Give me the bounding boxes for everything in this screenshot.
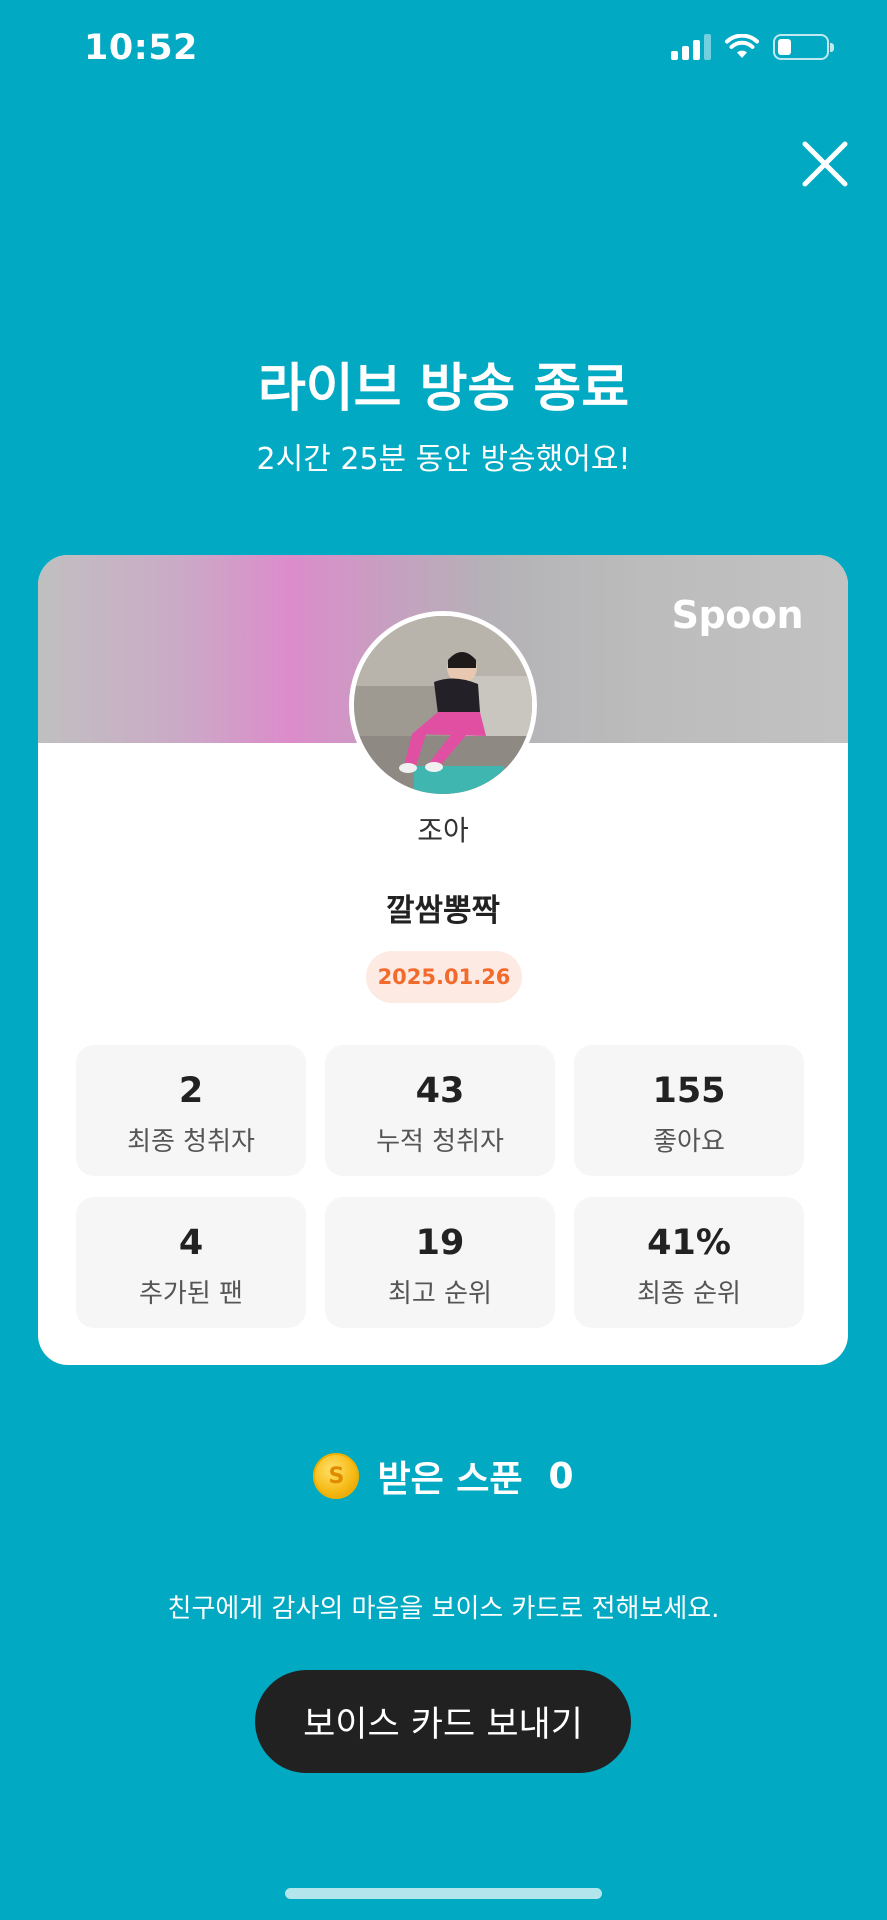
stat-likes: 155 좋아요: [574, 1045, 804, 1176]
stat-best-rank: 19 최고 순위: [325, 1197, 555, 1328]
home-indicator: [285, 1888, 602, 1899]
received-spoons-label: 받은 스푼: [377, 1459, 523, 1500]
wifi-icon: [725, 34, 759, 58]
stat-value: 155: [652, 1071, 726, 1111]
broadcast-duration: 2시간 25분 동안 방송했어요!: [256, 442, 631, 477]
stat-value: 43: [415, 1071, 465, 1111]
stat-label: 최종 청취자: [127, 1127, 255, 1157]
dj-nickname: 조아: [417, 814, 469, 847]
status-time: 10:52: [84, 28, 198, 68]
stat-new-fans: 4 추가된 팬: [76, 1197, 306, 1328]
broadcast-summary-card: Spoon 조아 깔쌈뽕짝 2025.01.26 2 최종 청취자 43 누적 …: [38, 555, 848, 1365]
close-icon[interactable]: [793, 132, 857, 196]
spoon-logo: Spoon: [671, 593, 804, 637]
stat-final-rank: 41% 최종 순위: [574, 1197, 804, 1328]
stat-label: 최고 순위: [388, 1279, 492, 1309]
received-spoons-count: 0: [548, 1455, 574, 1497]
stat-value: 41%: [647, 1223, 731, 1263]
spoon-coin-icon: S: [313, 1453, 360, 1499]
received-spoons: S 받은 스푼 0: [0, 1450, 887, 1502]
send-voice-card-button[interactable]: 보이스 카드 보내기: [255, 1670, 631, 1773]
voice-card-message: 친구에게 감사의 마음을 보이스 카드로 전해보세요.: [167, 1594, 720, 1624]
stat-value: 2: [178, 1071, 204, 1111]
stat-value: 4: [178, 1223, 204, 1263]
stat-total-listeners: 43 누적 청취자: [325, 1045, 555, 1176]
stat-label: 최종 순위: [637, 1279, 741, 1309]
stats-grid: 2 최종 청취자 43 누적 청취자 155 좋아요 4 추가된 팬 19 최고…: [76, 1045, 804, 1328]
broadcast-title: 깔쌈뽕짝: [385, 893, 501, 929]
live-end-screen: 10:52 라이브 방송 종료 2시간 25분 동안 방송했어요! Spoon: [0, 0, 887, 1920]
stat-label: 누적 청취자: [376, 1127, 504, 1157]
status-icons: [671, 34, 834, 60]
avatar: [349, 611, 537, 799]
stat-label: 좋아요: [653, 1127, 725, 1157]
stat-label: 추가된 팬: [139, 1279, 243, 1309]
date-badge: 2025.01.26: [366, 951, 522, 1003]
cellular-signal-icon: [671, 34, 711, 60]
battery-icon: [773, 34, 834, 60]
page-title: 라이브 방송 종료: [257, 359, 630, 419]
stat-value: 19: [415, 1223, 465, 1263]
stat-final-listeners: 2 최종 청취자: [76, 1045, 306, 1176]
